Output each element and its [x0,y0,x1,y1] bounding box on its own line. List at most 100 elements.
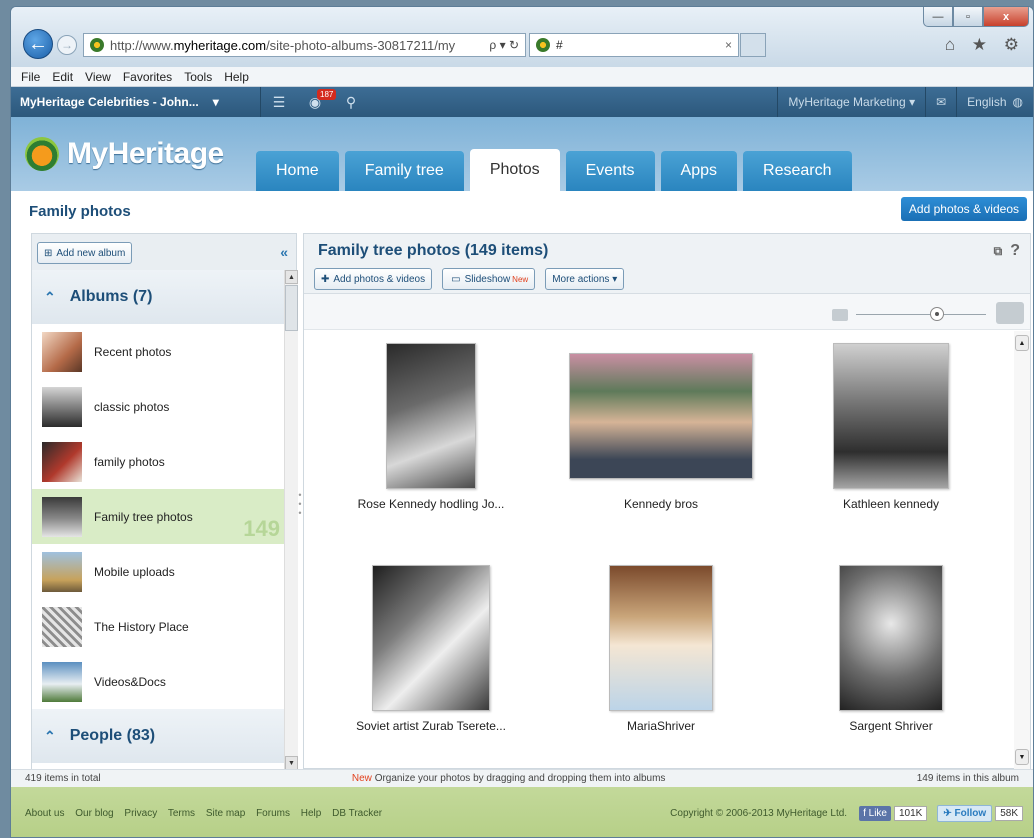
forward-button[interactable]: → [57,35,77,55]
footer-link[interactable]: DB Tracker [332,808,382,819]
language-selector[interactable]: English ◍ [956,87,1033,117]
copyright: Copyright © 2006-2013 MyHeritage Ltd. [670,807,848,819]
facebook-like-button[interactable]: f Like [859,805,891,821]
album-label: Videos&Docs [94,674,166,689]
footer-link[interactable]: Our blog [75,808,113,819]
people-section-header[interactable]: ⌃ People (83) [32,709,284,763]
scroll-down-icon[interactable]: ▼ [1015,749,1029,765]
album-family-tree-photos[interactable]: Family tree photos 149 [32,489,284,544]
browser-tools-icons[interactable]: ⌂ ★ ⚙ [945,35,1025,55]
photo-card[interactable]: Soviet artist Zurab Tserete... [316,565,546,733]
notifications-icon[interactable]: ◉ 187 [297,87,337,117]
photo-grid: Rose Kennedy hodling Jo... Kennedy bros … [304,331,1016,769]
album-list-scrollbar[interactable]: ▲ ▼ [284,270,298,770]
album-mobile-uploads[interactable]: Mobile uploads [32,544,284,599]
site-selector[interactable]: MyHeritage Celebrities - John... ▾ [11,87,261,117]
menu-file[interactable]: File [21,70,40,84]
mail-icon[interactable]: ✉ [925,87,956,117]
photo-card[interactable]: Rose Kennedy hodling Jo... [316,343,546,511]
tab-title: # [556,38,563,52]
address-bar[interactable]: http://www. myheritage.com/site-photo-alb… [83,33,526,57]
menu-view[interactable]: View [85,70,111,84]
back-button[interactable]: ← [23,29,53,59]
photo-thumbnail[interactable] [839,565,943,711]
footer-link[interactable]: Privacy [124,808,157,819]
albums-section-header[interactable]: ⌃ Albums (7) [32,270,284,324]
photo-card[interactable]: MariaShriver [546,565,776,733]
globe-icon: ◍ [1012,95,1023,109]
menu-tools[interactable]: Tools [184,70,212,84]
myheritage-logo[interactable]: MyHeritage [25,137,224,171]
tab-events[interactable]: Events [565,151,655,191]
album-list: ⌃ Albums (7) Recent photos classic photo… [32,270,284,770]
tab-close-icon[interactable]: × [725,38,732,52]
scroll-thumb[interactable] [285,285,298,331]
small-thumbnails-icon[interactable] [832,309,848,321]
fullscreen-icon[interactable]: ⧉ [994,244,1003,258]
site-name: MyHeritage Celebrities - John... [20,95,199,109]
maximize-button[interactable]: ▫ [953,7,983,27]
collapse-sidebar-icon[interactable]: « [280,244,288,260]
album-family-photos[interactable]: family photos [32,434,284,489]
photo-thumbnail[interactable] [609,565,713,711]
add-photos-button[interactable]: ✚ Add photos & videos [314,268,433,290]
photo-caption: Rose Kennedy hodling Jo... [357,497,505,511]
photo-thumbnail[interactable] [569,353,753,479]
tab-home[interactable]: Home [256,151,339,191]
tab-family-tree[interactable]: Family tree [344,151,464,191]
close-window-button[interactable]: x [983,7,1029,27]
site-favicon-icon [90,38,104,52]
album-thumbnail [42,661,82,702]
thumbnail-size-bar [304,294,1030,330]
tab-photos[interactable]: Photos [469,149,560,191]
menu-edit[interactable]: Edit [52,70,73,84]
album-classic-photos[interactable]: classic photos [32,379,284,434]
minimize-button[interactable]: — [923,7,953,27]
thumbnail-size-slider[interactable] [856,314,986,315]
tab-research[interactable]: Research [743,151,852,191]
photo-card[interactable]: Kathleen kennedy [776,343,1006,511]
photo-thumbnail[interactable] [372,565,490,711]
account-menu[interactable]: MyHeritage Marketing ▾ [777,87,925,117]
monitor-icon: ▭ [451,273,461,285]
site-footer: About us Our blog Privacy Terms Site map… [11,787,1033,837]
add-new-album-button[interactable]: ⊞ Add new album [37,242,133,264]
footer-link[interactable]: About us [25,808,64,819]
search-icon[interactable]: ⚲ [333,87,369,117]
messages-icon[interactable]: ☰ [261,87,297,117]
album-videos-docs[interactable]: Videos&Docs [32,654,284,709]
new-tab-button[interactable] [740,33,766,57]
twitter-follow-button[interactable]: ✈ Follow [937,804,993,822]
photo-thumbnail[interactable] [833,343,949,489]
help-icon[interactable]: ⧉? [994,242,1020,260]
photo-grid-scrollbar[interactable]: ▲ ▼ [1014,331,1030,769]
add-photos-videos-button[interactable]: Add photos & videos [900,197,1027,221]
photo-card[interactable]: Sargent Shriver [776,565,1006,733]
tab-apps[interactable]: Apps [660,151,738,191]
photo-card[interactable]: Kennedy bros [546,353,776,511]
scroll-down-icon[interactable]: ▼ [285,756,298,770]
new-badge: New [512,274,529,284]
footer-link[interactable]: Terms [168,808,195,819]
scroll-up-icon[interactable]: ▲ [285,270,298,284]
large-thumbnails-icon[interactable] [996,302,1024,324]
twitter-follow[interactable]: ✈ Follow 58K [937,804,1023,822]
footer-link[interactable]: Forums [256,808,290,819]
panel-splitter-handle[interactable]: • • • [298,491,302,531]
slideshow-button[interactable]: ▭ Slideshow New [442,268,536,290]
browser-tab[interactable]: # × [529,33,739,57]
menu-favorites[interactable]: Favorites [123,70,172,84]
photo-thumbnail[interactable] [386,343,476,489]
facebook-like[interactable]: f Like 101K [859,805,928,821]
address-controls-icon[interactable]: ρ ▾ ↻ [489,38,525,52]
albums-header-label: Albums (7) [69,288,153,305]
menu-help[interactable]: Help [224,70,249,84]
slider-handle[interactable] [930,307,944,321]
more-actions-button[interactable]: More actions ▾ [545,268,625,290]
footer-link[interactable]: Site map [206,808,245,819]
album-recent-photos[interactable]: Recent photos [32,324,284,379]
album-thumbnail [42,441,82,482]
footer-link[interactable]: Help [301,808,322,819]
scroll-up-icon[interactable]: ▲ [1015,335,1029,351]
album-the-history-place[interactable]: The History Place [32,599,284,654]
